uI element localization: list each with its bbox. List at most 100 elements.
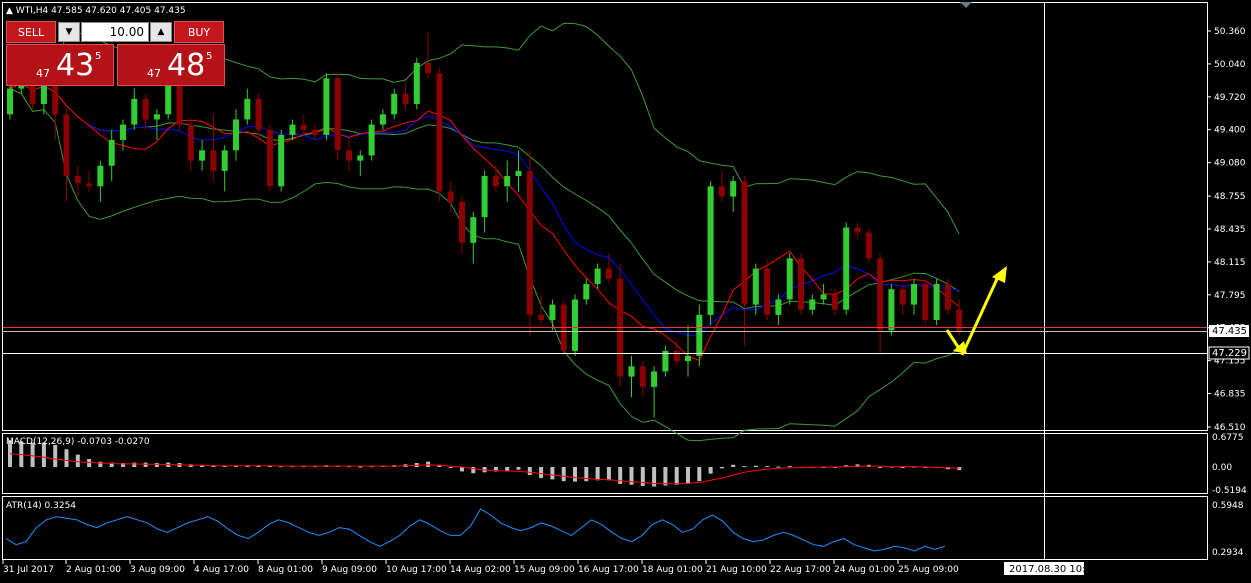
candle-body (391, 93, 398, 115)
candle-body (221, 150, 228, 171)
arrow-up-shaft (960, 278, 999, 356)
macd-bar (708, 467, 713, 474)
price-tick-label: 49.080 (1214, 159, 1246, 169)
crosshair-price-label: 47.229 (1212, 348, 1247, 359)
atr-tick-label: 0.5948 (1212, 501, 1244, 511)
candle-body (707, 186, 714, 315)
candle-body (843, 227, 850, 310)
macd-bar (900, 467, 905, 469)
macd-bar (663, 467, 668, 486)
atr-axis: 0.5948 0.2934 (1212, 501, 1244, 558)
candle-body (492, 176, 499, 187)
macd-axis: 0.6775 0.00 -0.5194 (1212, 433, 1247, 496)
time-tick-label: 22 Aug 17:00 (770, 565, 831, 575)
lot-size-input[interactable]: 10.00 (81, 22, 149, 42)
candle-body (854, 227, 861, 233)
sell-button[interactable]: SELL (6, 21, 56, 43)
buy-price-main: 48 (167, 48, 206, 83)
lot-increase-button[interactable]: ▲ (150, 22, 172, 42)
macd-bar (697, 467, 702, 482)
candle-body (628, 366, 635, 377)
macd-bar (595, 467, 600, 481)
price-tick-label: 47.795 (1214, 291, 1246, 301)
candle-body (413, 62, 420, 105)
candle-body (944, 284, 951, 310)
candle-body (594, 268, 601, 285)
panel-frames (2, 2, 1208, 560)
time-tick-label: 4 Aug 17:00 (194, 565, 249, 575)
candle-body (888, 289, 895, 331)
buy-button[interactable]: BUY (174, 21, 224, 43)
candle-body (266, 129, 273, 187)
candle-body (911, 284, 917, 305)
candle-body (651, 371, 658, 387)
time-axis[interactable]: 31 Jul 2017 2 Aug 01:00 3 Aug 09:00 4 Aug 1… (2, 560, 959, 575)
buy-price-box[interactable]: 47 48 5 (117, 44, 225, 86)
candle-body (108, 140, 115, 166)
sell-price-prefix: 47 (36, 67, 50, 80)
candle-body (673, 350, 680, 362)
candle-body (809, 299, 816, 310)
atr-tick-label: 0.2934 (1212, 548, 1244, 558)
shift-marker-icon[interactable] (960, 2, 972, 8)
time-tick-label: 25 Aug 09:00 (898, 565, 959, 575)
candle-body (334, 78, 341, 151)
candle-body (685, 356, 691, 362)
candle-body (831, 294, 838, 310)
arrow-up-head-icon (992, 266, 1007, 283)
candle-body (470, 217, 477, 243)
price-tick-label: 48.755 (1214, 192, 1246, 202)
macd-bar (516, 467, 521, 470)
candle-body (899, 289, 906, 305)
candle-body (425, 62, 432, 74)
candle-body (877, 258, 884, 331)
price-tick-label: 49.400 (1214, 126, 1246, 136)
macd-bar (53, 444, 58, 468)
bollinger-lower-line (9, 88, 960, 442)
macd-bar (686, 467, 690, 484)
sell-price-box[interactable]: 47 43 5 (6, 44, 114, 86)
macd-tick-label: 0.6775 (1212, 433, 1244, 443)
time-badge-label: 2017.08.30 10:00 (1009, 564, 1098, 575)
candle-body (131, 98, 138, 125)
macd-tick-label: 0.00 (1212, 463, 1232, 473)
price-tick-label: 46.510 (1214, 423, 1246, 433)
candle-body (865, 232, 872, 259)
macd-bar (573, 467, 577, 482)
candle-body (798, 258, 804, 310)
candle-body (447, 191, 454, 202)
candle-body (515, 170, 522, 177)
atr-chart-layer (5, 508, 946, 552)
price-axis[interactable]: 50.360 50.040 49.720 49.400 49.080 48.755 48.4… (1207, 27, 1246, 433)
candle-body (752, 268, 759, 305)
macd-chart-layer (8, 440, 962, 487)
candle-body (549, 304, 556, 321)
macd-bar (561, 467, 566, 482)
candle-body (233, 119, 239, 151)
time-tick-label: 15 Aug 09:00 (514, 565, 575, 575)
symbol-header: ▲ WTI,H4 47.585 47.620 47.405 47.435 (6, 6, 186, 16)
candle-body (300, 124, 307, 130)
time-tick-label: 16 Aug 17:00 (578, 565, 639, 575)
candle-body (357, 155, 364, 161)
candle-body (244, 98, 251, 120)
macd-bar (64, 449, 69, 468)
macd-bar (674, 467, 679, 485)
candle-body (346, 150, 352, 161)
sell-price-main: 43 (56, 48, 95, 83)
candle-body (922, 284, 929, 321)
macd-bar (606, 467, 611, 481)
candle-body (255, 98, 262, 130)
sell-price-superscript: 5 (95, 51, 102, 62)
time-tick-label: 2 Aug 01:00 (66, 565, 121, 575)
time-tick-label: 3 Aug 09:00 (130, 565, 185, 575)
candle-body (436, 73, 443, 192)
candle-body (572, 299, 578, 351)
macd-bar (742, 466, 747, 468)
collapse-triangle-icon[interactable]: ▲ (6, 6, 16, 16)
lot-decrease-button[interactable]: ▼ (58, 22, 80, 42)
macd-panel-frame (2, 433, 1208, 494)
macd-bar (550, 467, 555, 480)
candle-body (526, 170, 533, 315)
chart-canvas[interactable]: 50.360 50.040 49.720 49.400 49.080 48.755 48.4… (0, 0, 1251, 583)
